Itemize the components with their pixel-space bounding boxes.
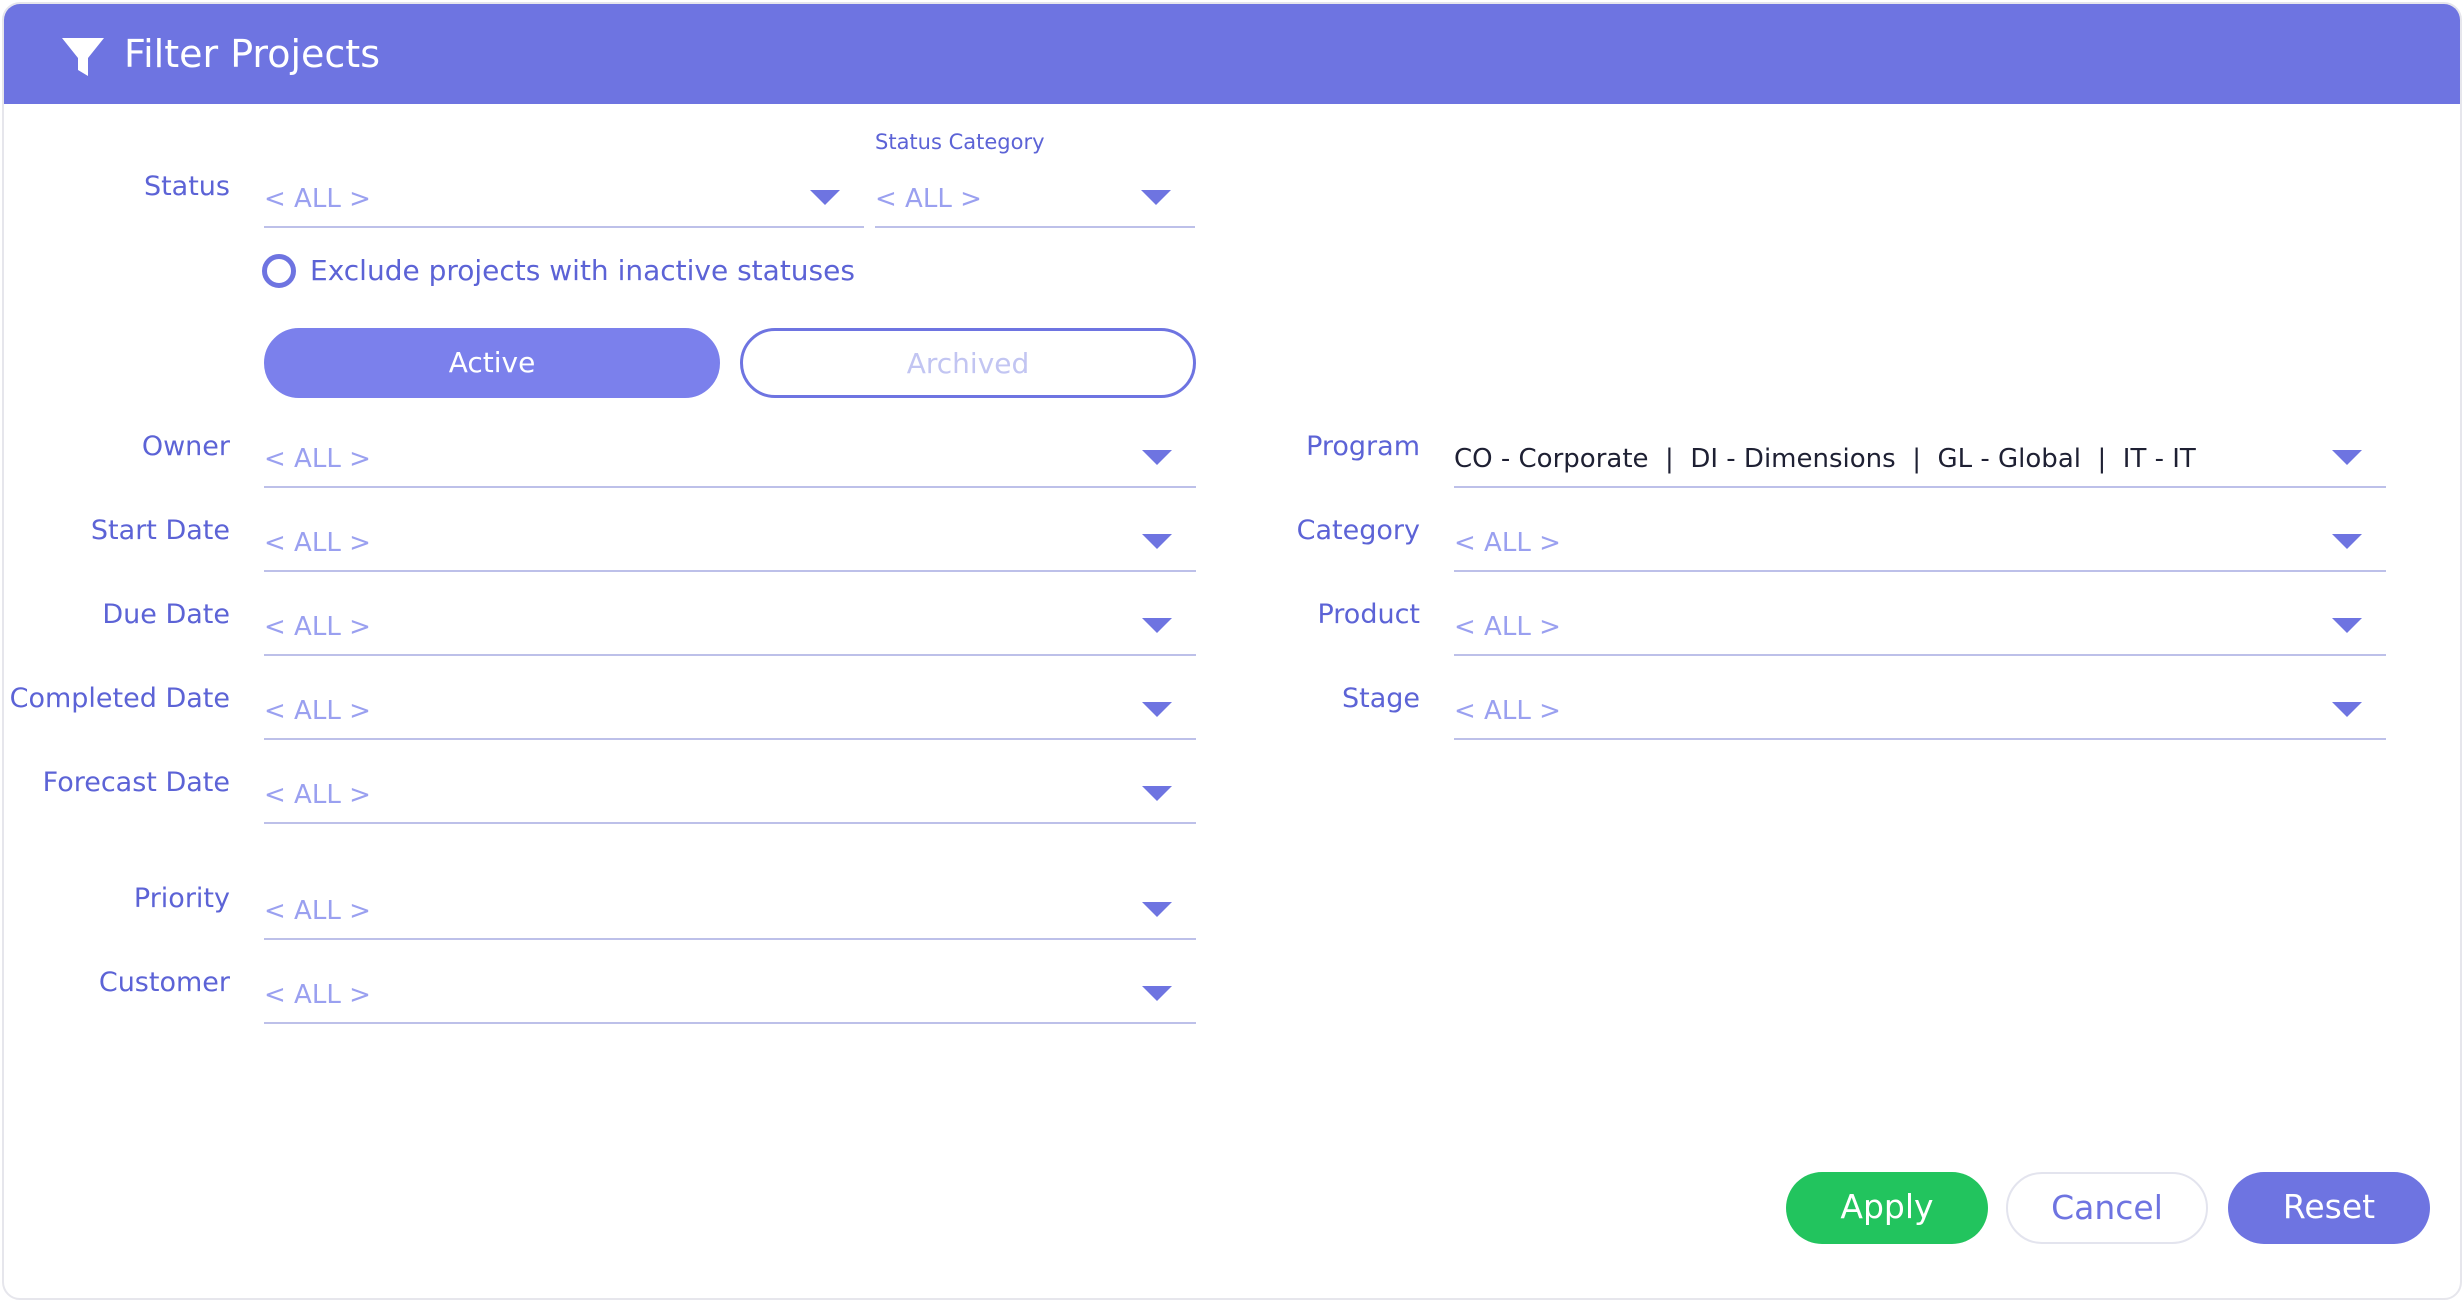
chevron-down-icon — [1142, 902, 1172, 917]
due-date-select[interactable]: < ALL > — [264, 600, 1196, 656]
dialog-title: Filter Projects — [124, 32, 380, 76]
status-category-value: < ALL > — [875, 184, 982, 214]
priority-select[interactable]: < ALL > — [264, 884, 1196, 940]
stage-select[interactable]: < ALL > — [1454, 684, 2386, 740]
status-category-select[interactable]: < ALL > — [875, 172, 1195, 228]
chevron-down-icon — [1142, 534, 1172, 549]
filter-projects-dialog: Filter Projects Status < ALL > Status Ca… — [2, 2, 2462, 1300]
status-label: Status — [143, 171, 230, 202]
product-select[interactable]: < ALL > — [1454, 600, 2386, 656]
category-label: Category — [1296, 515, 1420, 546]
product-value: < ALL > — [1454, 612, 1561, 642]
chevron-down-icon — [1142, 702, 1172, 717]
priority-value: < ALL > — [264, 896, 371, 926]
exclude-inactive-radio[interactable] — [262, 254, 296, 288]
apply-button[interactable]: Apply — [1786, 1172, 1988, 1244]
priority-label: Priority — [133, 883, 230, 914]
program-value: CO - Corporate | DI - Dimensions | GL - … — [1454, 444, 2196, 474]
active-toggle-button[interactable]: Active — [264, 328, 720, 398]
due-date-label: Due Date — [102, 599, 230, 630]
chevron-down-icon — [1142, 786, 1172, 801]
program-select[interactable]: CO - Corporate | DI - Dimensions | GL - … — [1454, 432, 2386, 488]
customer-select[interactable]: < ALL > — [264, 968, 1196, 1024]
chevron-down-icon — [810, 190, 840, 205]
chevron-down-icon — [2332, 450, 2362, 465]
completed-date-value: < ALL > — [264, 696, 371, 726]
stage-value: < ALL > — [1454, 696, 1561, 726]
owner-select[interactable]: < ALL > — [264, 432, 1196, 488]
category-select[interactable]: < ALL > — [1454, 516, 2386, 572]
status-category-label: Status Category — [875, 130, 1045, 154]
start-date-value: < ALL > — [264, 528, 371, 558]
customer-label: Customer — [98, 967, 230, 998]
forecast-date-select[interactable]: < ALL > — [264, 768, 1196, 824]
completed-date-label: Completed Date — [9, 683, 230, 714]
forecast-date-value: < ALL > — [264, 780, 371, 810]
start-date-select[interactable]: < ALL > — [264, 516, 1196, 572]
chevron-down-icon — [1142, 986, 1172, 1001]
chevron-down-icon — [1142, 618, 1172, 633]
dialog-header: Filter Projects — [4, 4, 2460, 104]
customer-value: < ALL > — [264, 980, 371, 1010]
stage-label: Stage — [1341, 683, 1420, 714]
chevron-down-icon — [1141, 190, 1171, 205]
reset-button[interactable]: Reset — [2228, 1172, 2430, 1244]
owner-value: < ALL > — [264, 444, 371, 474]
chevron-down-icon — [2332, 702, 2362, 717]
chevron-down-icon — [2332, 534, 2362, 549]
chevron-down-icon — [1142, 450, 1172, 465]
owner-label: Owner — [141, 431, 230, 462]
status-select[interactable]: < ALL > — [264, 172, 864, 228]
status-value: < ALL > — [264, 184, 371, 214]
completed-date-select[interactable]: < ALL > — [264, 684, 1196, 740]
forecast-date-label: Forecast Date — [42, 767, 230, 798]
start-date-label: Start Date — [90, 515, 230, 546]
filter-icon — [62, 38, 104, 76]
product-label: Product — [1317, 599, 1420, 630]
due-date-value: < ALL > — [264, 612, 371, 642]
archived-toggle-button[interactable]: Archived — [740, 328, 1196, 398]
category-value: < ALL > — [1454, 528, 1561, 558]
chevron-down-icon — [2332, 618, 2362, 633]
program-label: Program — [1306, 431, 1420, 462]
exclude-inactive-label[interactable]: Exclude projects with inactive statuses — [310, 254, 855, 288]
cancel-button[interactable]: Cancel — [2006, 1172, 2208, 1244]
